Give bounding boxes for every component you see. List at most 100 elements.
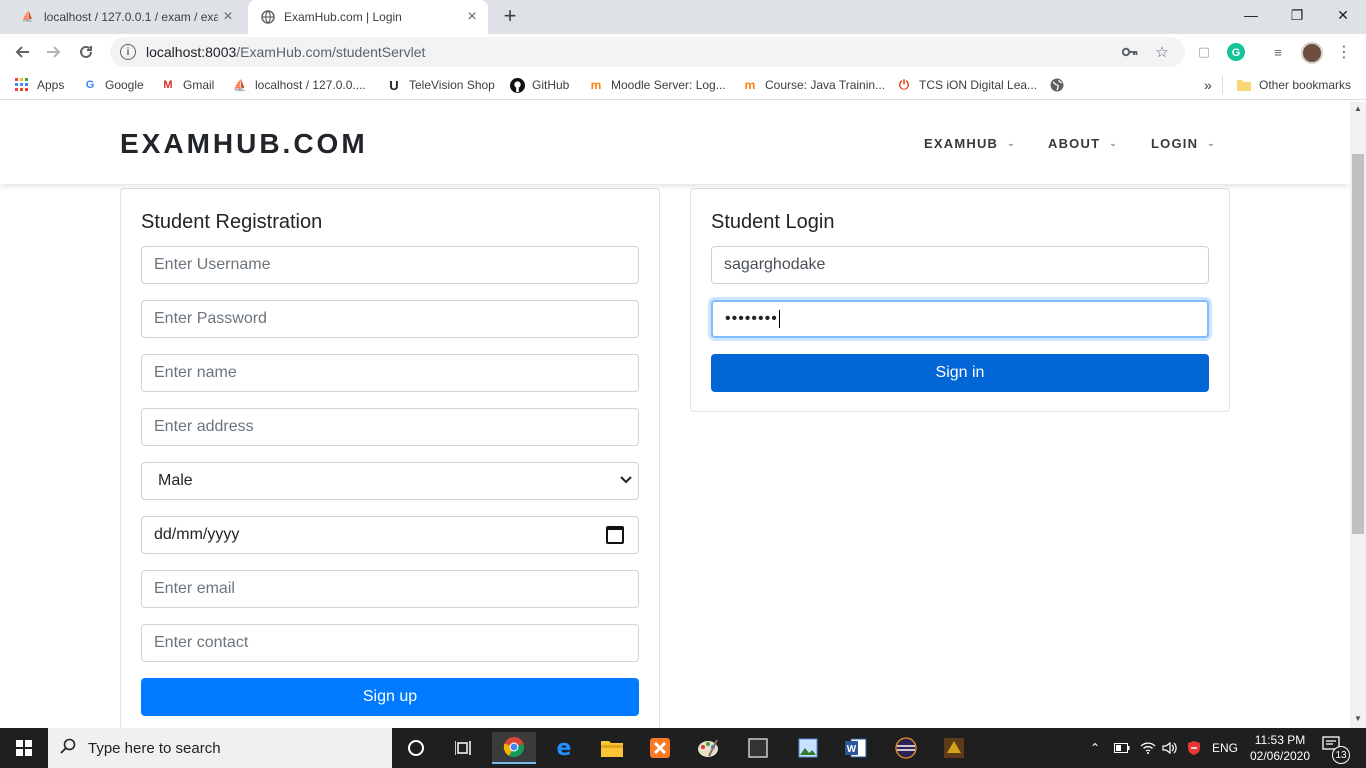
reload-button[interactable] [72, 38, 100, 66]
nav-login[interactable]: LOGIN ⌄ [1151, 136, 1216, 151]
reading-list-icon[interactable]: ≡ [1268, 42, 1288, 62]
extension-icon[interactable]: ▢ [1194, 42, 1214, 62]
moodle-icon: m [590, 78, 602, 92]
bookmark-google[interactable]: G Google [82, 76, 144, 94]
dob-placeholder: dd/mm/yyyy [154, 526, 240, 543]
calendar-icon[interactable] [606, 526, 624, 544]
tab-phpmyadmin[interactable]: ⛵ localhost / 127.0.0.1 / exam / exa × [8, 0, 244, 34]
start-button[interactable] [0, 728, 48, 768]
word-icon[interactable]: W [834, 732, 878, 764]
taskbar-search-box[interactable]: Type here to search [48, 728, 392, 768]
volume-icon[interactable] [1162, 728, 1178, 768]
terminal-icon[interactable] [736, 732, 780, 764]
bookmark-divider [1222, 76, 1223, 94]
svg-text:W: W [847, 744, 857, 755]
file-explorer-icon[interactable] [590, 732, 634, 764]
page-scrollbar[interactable]: ▲ ▼ [1350, 102, 1366, 728]
minimize-button[interactable]: — [1228, 0, 1274, 30]
edge-icon[interactable]: e [542, 732, 586, 764]
contact-input[interactable]: Enter contact [141, 624, 639, 662]
language-indicator[interactable]: ENG [1212, 728, 1238, 768]
login-card: Student Login sagarghodake •••••••• Sign… [690, 188, 1230, 412]
site-info-icon[interactable]: i [120, 44, 136, 60]
maximize-button[interactable]: ❐ [1274, 0, 1320, 30]
bookmark-localhost[interactable]: ⛵ localhost / 127.0.0.... [232, 76, 366, 94]
bookmark-label: localhost / 127.0.0.... [255, 78, 366, 92]
task-view-icon[interactable] [442, 732, 486, 764]
paint-icon[interactable] [686, 732, 730, 764]
forward-button[interactable] [40, 38, 68, 66]
login-title: Student Login [711, 211, 835, 233]
bookmark-java-training[interactable]: m Course: Java Trainin... [742, 76, 885, 94]
url-text[interactable]: localhost:8003/ExamHub.com/studentServle… [146, 44, 1185, 60]
chrome-taskbar-icon[interactable] [492, 732, 536, 764]
wifi-icon[interactable] [1140, 728, 1156, 768]
address-bar[interactable]: i localhost:8003/ExamHub.com/studentServ… [110, 37, 1185, 67]
name-input[interactable]: Enter name [141, 354, 639, 392]
nav-examhub[interactable]: EXAMHUB ⌄ [924, 136, 1016, 151]
close-tab-icon[interactable]: × [218, 8, 238, 26]
registration-card: Student Registration Enter Username Ente… [120, 188, 660, 728]
back-arrow-icon [15, 46, 29, 58]
bookmark-label: Google [105, 78, 144, 92]
key-icon[interactable] [1118, 37, 1142, 67]
username-input[interactable]: Enter Username [141, 246, 639, 284]
new-tab-button[interactable]: + [498, 5, 522, 29]
password-input[interactable]: Enter Password [141, 300, 639, 338]
system-clock[interactable]: 11:53 PM 02/06/2020 [1240, 732, 1320, 764]
xampp-icon[interactable] [638, 732, 682, 764]
moodle-icon: m [744, 78, 756, 92]
grammarly-icon[interactable]: G [1226, 42, 1246, 62]
eclipse-icon[interactable] [884, 732, 928, 764]
page-viewport: EXAMHUB.COM EXAMHUB ⌄ ABOUT ⌄ LOGIN ⌄ Stude… [0, 102, 1350, 728]
apps-grid-icon [14, 77, 30, 93]
github-icon [509, 77, 525, 93]
bookmark-moodle-server[interactable]: m Moodle Server: Log... [588, 76, 726, 94]
bookmark-gmail[interactable]: M Gmail [160, 76, 214, 94]
site-brand[interactable]: EXAMHUB.COM [120, 128, 368, 160]
email-input[interactable]: Enter email [141, 570, 639, 608]
bookmarks-overflow-button[interactable]: » [1204, 76, 1212, 94]
image-viewer-icon[interactable] [786, 732, 830, 764]
clock-time: 11:53 PM [1254, 733, 1306, 747]
back-button[interactable] [8, 38, 36, 66]
cortana-icon[interactable] [394, 732, 438, 764]
login-password-input[interactable]: •••••••• [711, 300, 1209, 338]
scrollbar-thumb[interactable] [1352, 154, 1364, 534]
address-input[interactable]: Enter address [141, 408, 639, 446]
bookmark-label: Course: Java Trainin... [765, 78, 886, 92]
reload-icon [80, 45, 92, 58]
registration-title: Student Registration [141, 211, 323, 233]
scroll-down-icon[interactable]: ▼ [1350, 712, 1366, 726]
tab-examhub-login[interactable]: ExamHub.com | Login × [248, 0, 488, 34]
battery-icon[interactable] [1114, 728, 1130, 768]
bookmark-star-icon[interactable]: ☆ [1150, 37, 1174, 67]
sign-up-button[interactable]: Sign up [141, 678, 639, 716]
bookmark-apps[interactable]: Apps [14, 76, 64, 94]
nav-about[interactable]: ABOUT ⌄ [1048, 136, 1118, 151]
dob-date-input[interactable]: dd/mm/yyyy [141, 516, 639, 554]
bookmark-other-bookmarks[interactable]: Other bookmarks [1236, 76, 1351, 94]
close-tab-icon[interactable]: × [462, 8, 482, 26]
chrome-menu-icon[interactable]: ⋮ [1334, 42, 1354, 62]
bookmark-github[interactable]: GitHub [509, 76, 569, 94]
security-shield-icon[interactable] [1186, 728, 1202, 768]
bookmark-tcs-ion[interactable]: ⏻ TCS iON Digital Lea... [896, 76, 1037, 94]
phpmyadmin-icon: ⛵ [21, 11, 35, 23]
action-center-button[interactable]: 13 [1322, 736, 1350, 764]
scroll-up-icon[interactable]: ▲ [1350, 102, 1366, 116]
gender-select[interactable]: Male [141, 462, 639, 500]
chevron-down-icon: ⌄ [1109, 138, 1118, 148]
login-username-input[interactable]: sagarghodake [711, 246, 1209, 284]
bookmark-television-shop[interactable]: U TeleVision Shop [386, 76, 495, 94]
bookmark-globe[interactable] [1049, 76, 1072, 94]
gmail-icon: M [163, 79, 173, 91]
show-hidden-icons[interactable]: ⌃ [1090, 728, 1100, 768]
tab-title: ExamHub.com | Login [284, 10, 402, 24]
sign-in-button[interactable]: Sign in [711, 354, 1209, 392]
tcs-ion-icon: ⏻ [898, 77, 910, 92]
chevron-down-icon: ⌄ [1007, 138, 1016, 148]
close-window-button[interactable]: ✕ [1320, 0, 1366, 30]
profile-avatar[interactable] [1301, 42, 1323, 64]
aoe-game-icon[interactable] [932, 732, 976, 764]
